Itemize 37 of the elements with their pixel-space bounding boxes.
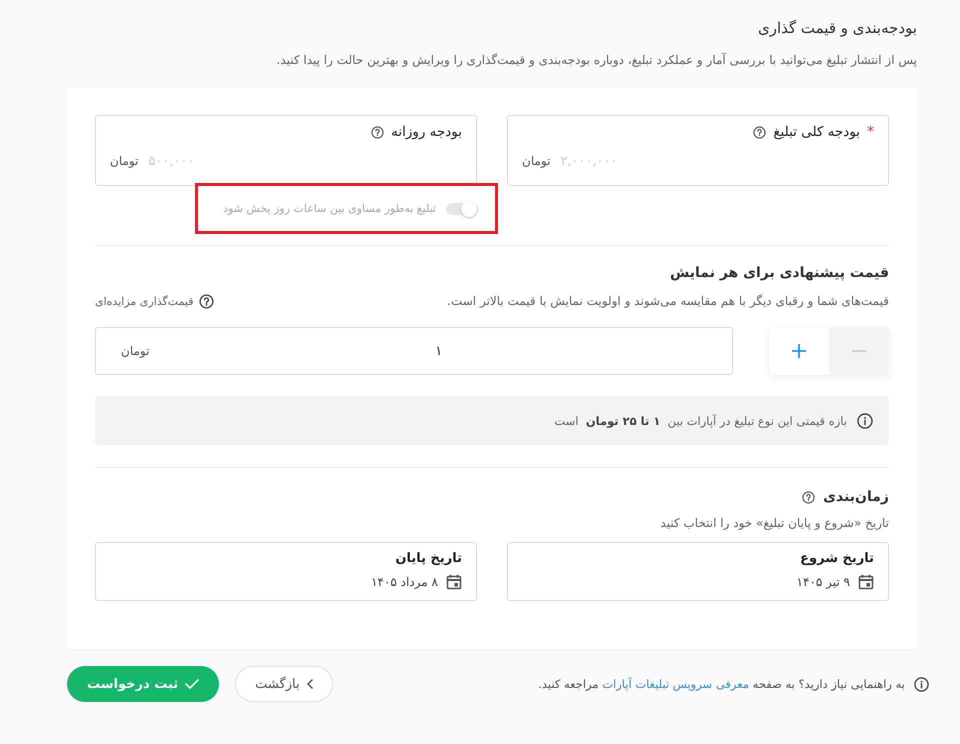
calendar-icon xyxy=(446,574,462,590)
required-mark: * xyxy=(867,125,874,139)
price-range-text: بازه قیمتی این نوع تبلیغ در آپارات بین ۱ تا ۲۵ تومان است xyxy=(554,414,847,428)
help-icon[interactable] xyxy=(753,126,766,138)
date-field[interactable]: تاریخ شروع ۹ تیر ۱۴۰۵ xyxy=(507,542,889,601)
toggle-label: تبلیغ به‌طور مساوی بین ساعات روز پخش شود xyxy=(223,202,436,215)
field-label: بودجه روزانه xyxy=(391,123,462,142)
calendar-icon xyxy=(858,574,874,590)
date-value: ۸ مرداد ۱۴۰۵ xyxy=(371,575,438,589)
help-icon[interactable] xyxy=(802,490,816,504)
schedule-title: زمان‌بندی xyxy=(823,488,889,507)
bid-description: قیمت‌های شما و رقبای دیگر با هم مقایسه می‌شوند و اولویت نمایش با قیمت بالاتر است. xyxy=(447,293,889,310)
back-button[interactable]: بازگشت xyxy=(235,666,333,702)
help-icon[interactable] xyxy=(371,126,384,138)
help-icon xyxy=(198,294,214,308)
schedule-description: تاریخ «شروع و پایان تبلیغ» خود را انتخاب کنید xyxy=(659,515,889,532)
field-label: تاریخ شروع xyxy=(800,551,874,566)
price-field[interactable]: ۱ تومان xyxy=(95,327,733,375)
chevron-icon xyxy=(306,679,313,689)
minus-icon xyxy=(852,350,866,352)
unit-label: تومان xyxy=(110,154,138,168)
section-description: پس از انتشار تبلیغ می‌توانید با بررسی آمار و عملکرد تبلیغ، دوباره بودجه‌بندی و قیمت‌گذاری را ویرایش و بهترین حالت را پیدا کنید. xyxy=(276,52,917,69)
date-field[interactable]: تاریخ پایان ۸ مرداد ۱۴۰۵ xyxy=(95,542,477,601)
date-value: ۹ تیر ۱۴۰۵ xyxy=(796,575,850,589)
bid-title: قیمت پیشنهادی برای هر نمایش xyxy=(669,264,889,283)
check-icon xyxy=(185,679,200,689)
plus-icon xyxy=(792,344,806,358)
price-input[interactable]: ۱ xyxy=(159,339,718,363)
help-text: به راهنمایی نیاز دارید؟ به صفحه معرفی سرویس تبلیغات آپارات مراجعه کنید. xyxy=(538,677,905,691)
field-label: تاریخ پایان xyxy=(395,551,462,566)
unit-label: تومان xyxy=(522,154,550,168)
unit-label: تومان xyxy=(121,344,150,358)
info-icon xyxy=(914,676,929,692)
info-icon xyxy=(857,412,873,428)
field-label: بودجه کلی تبلیغ xyxy=(773,123,860,142)
bidding-help-link[interactable]: قیمت‌گذاری مزایده‌ای xyxy=(95,294,214,308)
section-title: بودجه‌بندی و قیمت گذاری xyxy=(756,18,917,39)
